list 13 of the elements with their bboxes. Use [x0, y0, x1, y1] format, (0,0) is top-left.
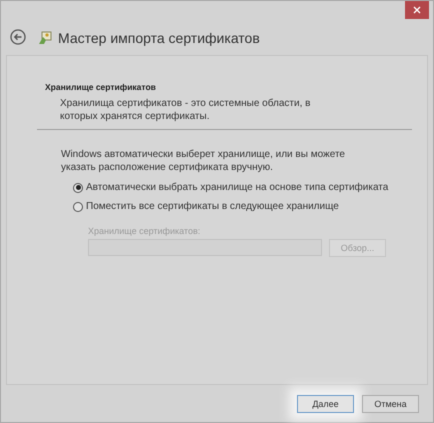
radio-option[interactable]: Автоматически выбрать хранилище на основе типа сертификата	[73, 182, 427, 193]
next-button[interactable]: Далее	[297, 394, 354, 412]
field-label: Хранилище сертификатов:	[88, 226, 202, 236]
certificate-icon	[38, 31, 52, 45]
window-title: Мастер импорта сертификатов	[58, 30, 260, 46]
instruction-text: Windows автоматически выберет хранилище, или вы можете указать расположение сертификата вручную.	[61, 148, 346, 174]
back-button[interactable]	[10, 29, 28, 47]
close-icon	[413, 6, 421, 14]
section-description: Хранилища сертификатов - это системные области, в которых хранятся сертификаты.	[60, 97, 312, 123]
close-button[interactable]	[405, 1, 429, 19]
section-title: Хранилище сертификатов	[45, 82, 157, 92]
radio-option[interactable]: Поместить все сертификаты в следующее хранилище	[73, 201, 427, 212]
cancel-button[interactable]: Отмена	[362, 394, 419, 412]
